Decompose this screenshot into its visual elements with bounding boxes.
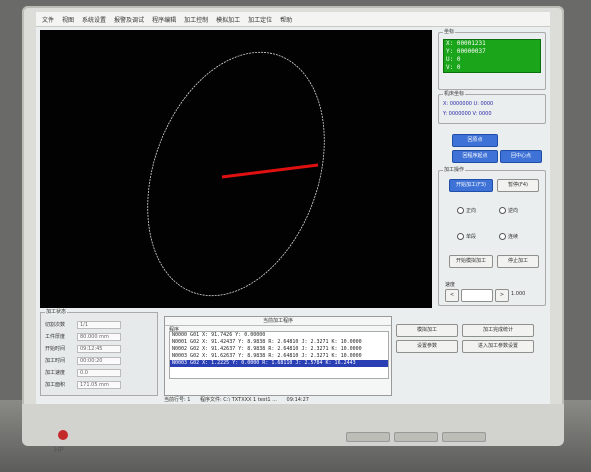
- control-panel: 坐标 X: 00001231 Y: 00000037 U: 0 V: 0 机床坐…: [438, 28, 546, 308]
- program-line[interactable]: N0001 G02 X: 91.42437 Y: 8.9838 R: 2.648…: [170, 339, 388, 346]
- info-label: 加工时间: [45, 358, 66, 364]
- info-value: 80.000 mm: [77, 333, 121, 341]
- machine-row: X: 0000000 U: 0000: [443, 101, 494, 107]
- coord-x: X: 00001231: [446, 40, 486, 47]
- info-row: 切割次数 1/1: [45, 321, 121, 329]
- menu-item[interactable]: 程序编辑: [152, 15, 176, 24]
- info-value: 0.0: [77, 369, 121, 377]
- stop-button[interactable]: 停止加工: [497, 255, 539, 268]
- info-panel: 加工状态 切割次数 1/1 工件厚度 80.000 mm 开始时间 09:12:45 …: [40, 308, 158, 396]
- info-value: 1/1: [77, 321, 121, 329]
- toolpath-svg: [147, 51, 325, 297]
- monitor-button[interactable]: [442, 432, 486, 442]
- info-row: 加工时间 00:00:20: [45, 357, 121, 365]
- info-row: 加工面积 171.05 mm: [45, 381, 121, 389]
- menu-item[interactable]: 加工控制: [184, 15, 208, 24]
- machine-row: Y: 0000000 V: 0000: [443, 111, 492, 117]
- option-continuous[interactable]: 连续: [499, 233, 518, 240]
- pause-button[interactable]: 暂停(F4): [497, 179, 539, 192]
- radio-icon: [457, 207, 464, 214]
- home-button[interactable]: 回原点: [452, 134, 498, 147]
- program-panel: 当前加工程序 程序 N0000 G01 X: 91.7426 Y: 0.0000…: [164, 316, 392, 396]
- return-center-button[interactable]: 回中心点: [500, 150, 542, 163]
- settings-button[interactable]: 设置参数: [396, 340, 458, 353]
- radio-icon: [499, 207, 506, 214]
- program-title: 当前加工程序: [165, 317, 391, 326]
- menu-item[interactable]: 报警及调试: [114, 15, 144, 24]
- option-reverse[interactable]: 逆向: [499, 207, 518, 214]
- stats-button[interactable]: 加工完成统计: [462, 324, 534, 337]
- info-value: 171.05 mm: [77, 381, 121, 389]
- info-row: 加工速度 0.0: [45, 369, 121, 377]
- option-label: 正向: [466, 208, 477, 214]
- coord-v: V: 0: [446, 64, 461, 71]
- radio-icon: [457, 233, 464, 240]
- program-line[interactable]: N0003 G02 X: 91.62637 Y: 8.9838 R: 2.648…: [170, 353, 388, 360]
- start-sim-button[interactable]: 开始模拟加工: [449, 255, 493, 268]
- status-time: 09:14:27: [286, 397, 309, 403]
- status-file: C:\ TXTXXX 1 test1 ...: [223, 397, 277, 403]
- info-label: 工件厚度: [45, 334, 66, 340]
- monitor-brand: HP: [54, 446, 64, 454]
- menu-item[interactable]: 系统设置: [82, 15, 106, 24]
- info-label: 加工速度: [45, 370, 66, 376]
- start-process-button[interactable]: 开始加工(F3): [449, 179, 493, 192]
- speed-decrease-button[interactable]: <: [445, 289, 459, 302]
- process-group: 加工操作 开始加工(F3) 暂停(F4) 正向 逆向 单段 连续 开始模拟加工 …: [438, 166, 546, 306]
- option-label: 单段: [466, 234, 477, 240]
- process-title: 加工操作: [443, 166, 466, 173]
- return-start-button[interactable]: 回程序起点: [452, 150, 498, 163]
- menu-item[interactable]: 帮助: [280, 15, 292, 24]
- monitor-button[interactable]: [346, 432, 390, 442]
- menu-bar: 文件 视图 系统设置 报警及调试 程序编辑 加工控制 模拟加工 加工定位 帮助: [36, 12, 550, 27]
- coords-display: X: 00001231 Y: 00000037 U: 0 V: 0: [443, 39, 541, 73]
- coord-u: U: 0: [446, 56, 461, 63]
- wire-position-line: [221, 163, 319, 179]
- speed-label: 速度: [445, 282, 456, 288]
- speed-value: 1.000: [511, 291, 526, 297]
- machine-group: 机床坐标 X: 0000000 U: 0000 Y: 0000000 V: 00…: [438, 90, 546, 124]
- coord-y: Y: 00000037: [446, 48, 486, 55]
- menu-item[interactable]: 模拟加工: [216, 15, 240, 24]
- toolpath-ellipse: [147, 51, 325, 297]
- info-row: 开始时间 09:12:45: [45, 345, 121, 353]
- speed-input[interactable]: [461, 289, 493, 302]
- menu-item[interactable]: 文件: [42, 15, 54, 24]
- program-list[interactable]: N0000 G01 X: 91.7426 Y: 0.00000 N0001 G0…: [169, 331, 389, 379]
- program-line[interactable]: N0000 G01 X: 91.7426 Y: 0.00000: [170, 332, 388, 339]
- param-button[interactable]: 进入加工参数设置: [462, 340, 534, 353]
- info-value: 09:12:45: [77, 345, 121, 353]
- status-bar: 当前行号: 1 程序文件: C:\ TXTXXX 1 test1 ... 09:…: [164, 396, 309, 403]
- action-buttons: 模拟加工 加工完成统计 设置参数 进入加工参数设置: [396, 316, 542, 370]
- option-forward[interactable]: 正向: [457, 207, 476, 214]
- menu-item[interactable]: 加工定位: [248, 15, 272, 24]
- option-single[interactable]: 单段: [457, 233, 476, 240]
- simulate-button[interactable]: 模拟加工: [396, 324, 458, 337]
- machine-title: 机床坐标: [443, 90, 466, 97]
- info-value: 00:00:20: [77, 357, 121, 365]
- bottom-area: 加工状态 切割次数 1/1 工件厚度 80.000 mm 开始时间 09:12:45 …: [40, 308, 546, 403]
- option-label: 逆向: [508, 208, 519, 214]
- info-row: 工件厚度 80.000 mm: [45, 333, 121, 341]
- program-line[interactable]: N0002 G02 X: 91.42637 Y: 8.9838 R: 2.648…: [170, 346, 388, 353]
- option-label: 连续: [508, 234, 519, 240]
- coords-title: 坐标: [443, 28, 456, 35]
- info-label: 加工面积: [45, 382, 66, 388]
- menu-item[interactable]: 视图: [62, 15, 74, 24]
- program-line-selected[interactable]: N0003 G02 X: 1.2225 Y: 0.0000 R: 1.68110…: [170, 360, 388, 367]
- status-file-label: 程序文件:: [200, 397, 222, 403]
- info-title: 加工状态: [45, 308, 68, 315]
- info-label: 开始时间: [45, 346, 66, 352]
- screen: 文件 视图 系统设置 报警及调试 程序编辑 加工控制 模拟加工 加工定位 帮助 …: [36, 12, 550, 404]
- toolpath-canvas[interactable]: [40, 30, 432, 308]
- power-icon: [58, 430, 68, 440]
- monitor-button[interactable]: [394, 432, 438, 442]
- speed-increase-button[interactable]: >: [495, 289, 509, 302]
- info-label: 切割次数: [45, 322, 66, 328]
- coords-group: 坐标 X: 00001231 Y: 00000037 U: 0 V: 0: [438, 28, 546, 90]
- radio-icon: [499, 233, 506, 240]
- status-line: 当前行号: 1: [164, 397, 191, 403]
